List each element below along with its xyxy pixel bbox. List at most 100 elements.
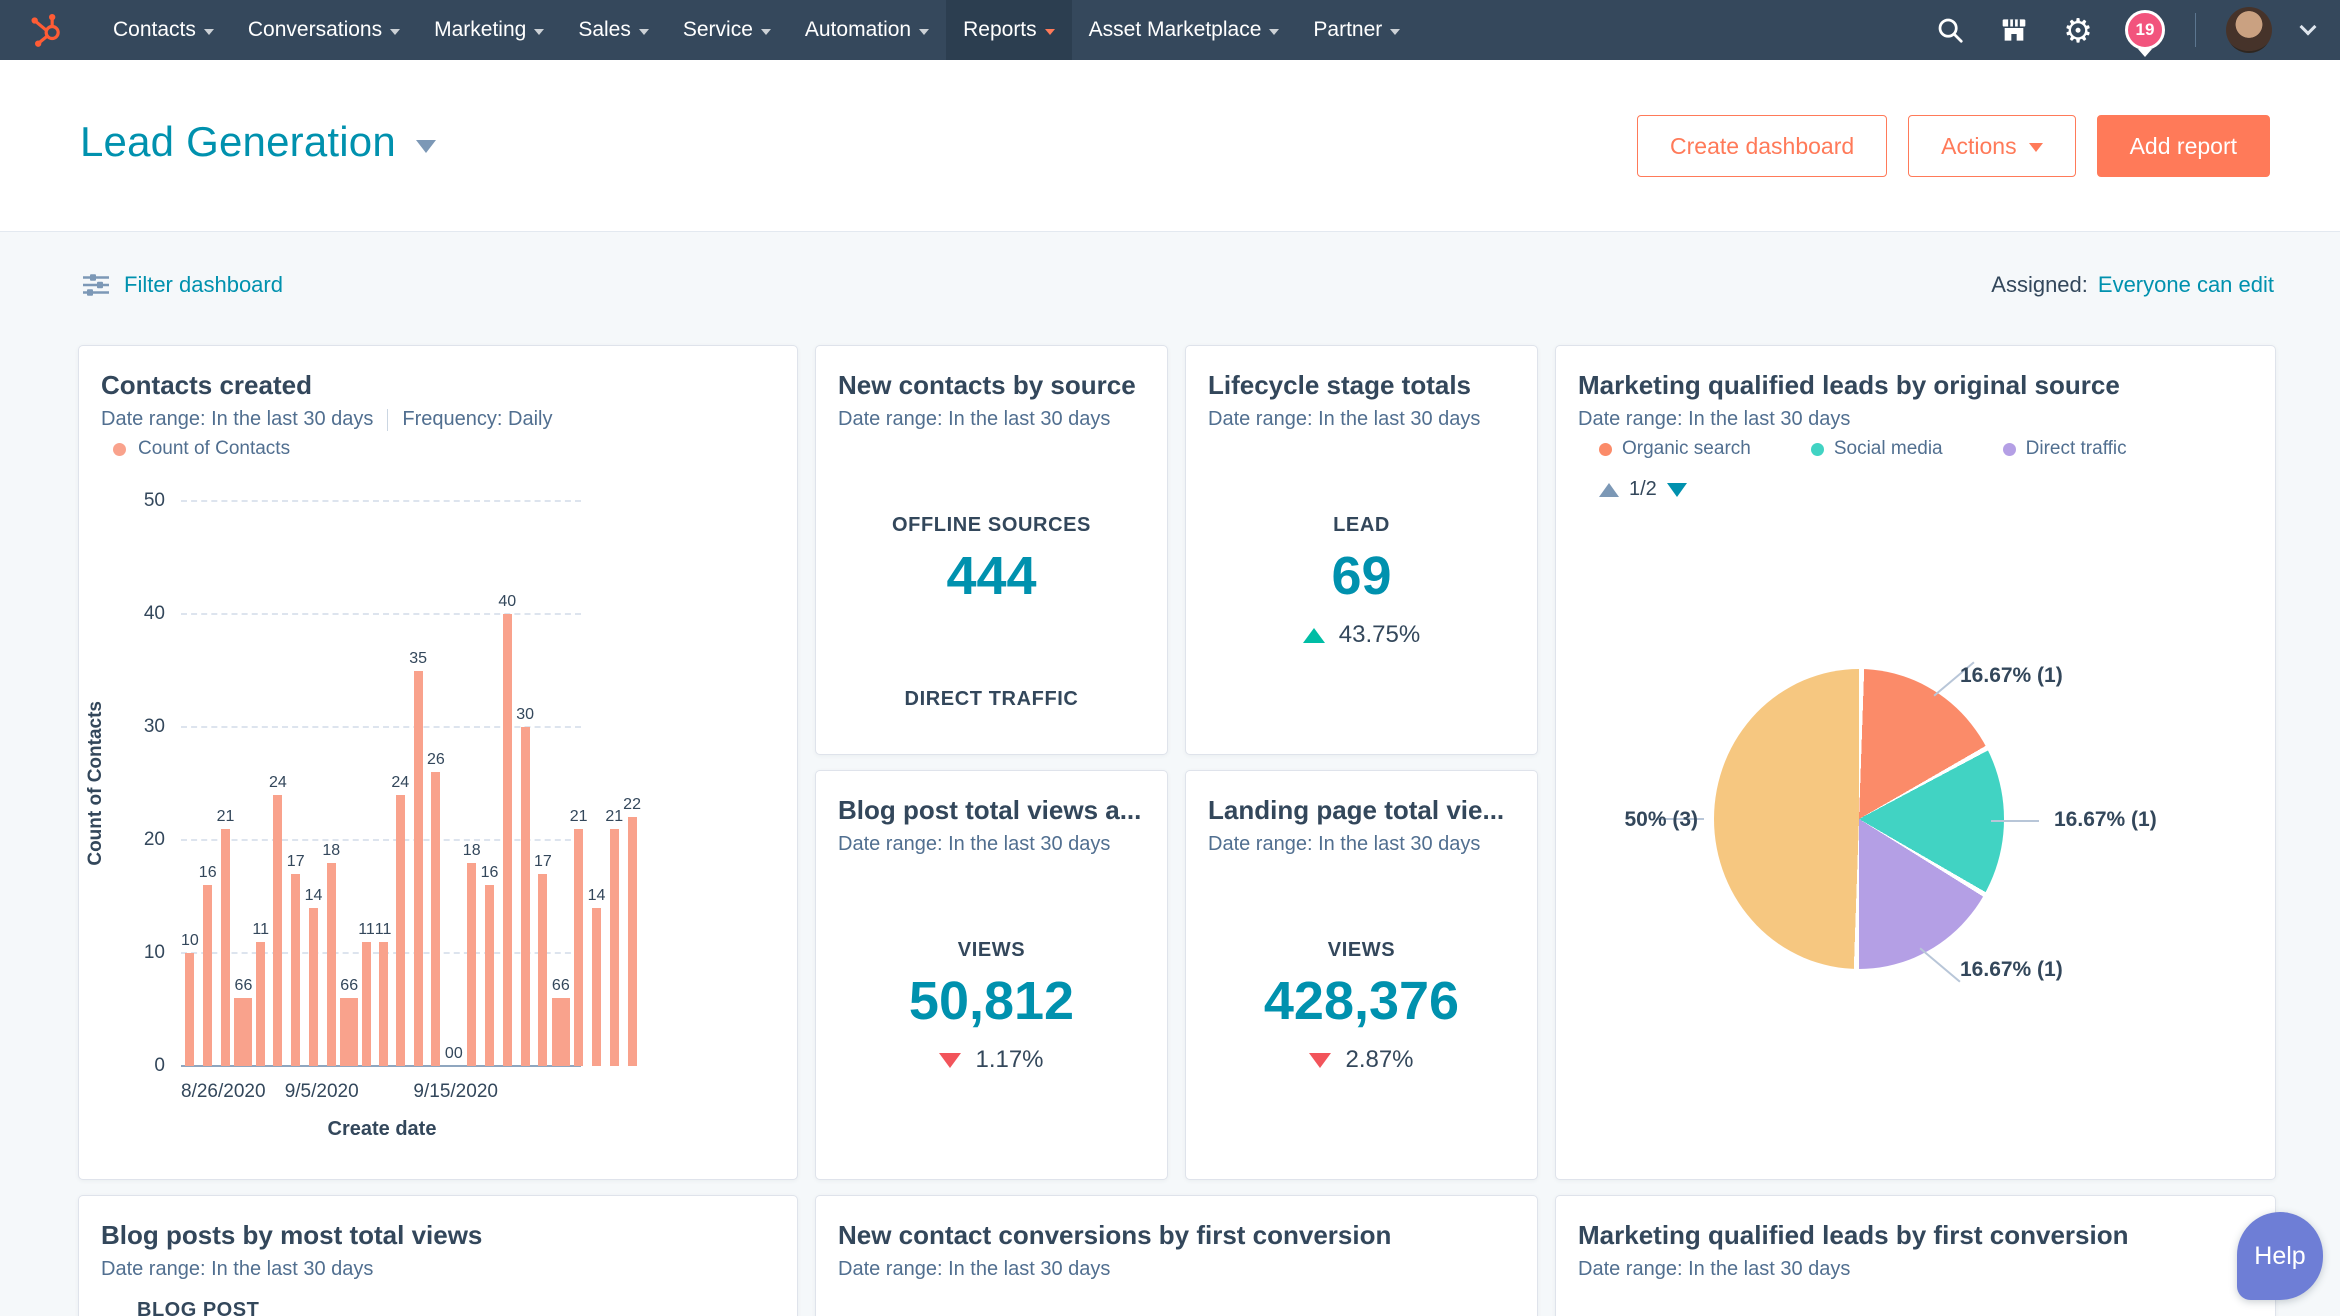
title-caret-down-icon (415, 139, 436, 153)
bar-slot: 11 (375, 501, 391, 1066)
card-title[interactable]: New contacts by source (838, 370, 1145, 401)
pie-slice-label: 16.67% (1) (1960, 958, 2063, 981)
chevron-down-icon (919, 28, 930, 35)
filter-dashboard-button[interactable]: Filter dashboard (82, 272, 283, 298)
nav-item-contacts[interactable]: Contacts (96, 0, 231, 60)
nav-item-service[interactable]: Service (666, 0, 788, 60)
card-title[interactable]: Landing page total vie... (1208, 795, 1515, 826)
nav-item-partner[interactable]: Partner (1296, 0, 1417, 60)
bar-value-label: 16 (480, 864, 499, 882)
bar-value-label: 17 (533, 852, 552, 870)
bar-value-label: 10 (181, 932, 199, 949)
bar-slot: 21 (216, 501, 235, 1066)
legend-item-direct-traffic[interactable]: Direct traffic (2002, 438, 2127, 460)
card-title[interactable]: Blog post total views a... (838, 795, 1145, 826)
marketplace-icon[interactable] (1997, 13, 2031, 47)
y-tick-label: 50 (143, 490, 165, 511)
bar-value-label: 26 (427, 751, 445, 769)
legend-page-down-icon[interactable] (1666, 482, 1687, 497)
card-lifecycle-stage-totals: Lifecycle stage totals Date range: In th… (1185, 345, 1538, 755)
bar (220, 828, 230, 1066)
bar-value-label: 21 (216, 807, 235, 825)
card-title[interactable]: Marketing qualified leads by original so… (1578, 370, 2253, 401)
avatar[interactable] (2226, 7, 2272, 53)
dashboard-title-dropdown[interactable]: Lead Generation (80, 118, 436, 166)
bar (243, 998, 253, 1066)
legend-page-up-icon[interactable] (1599, 482, 1619, 497)
bar-slot: 14 (588, 501, 605, 1066)
bar-slot: 17 (534, 501, 552, 1066)
card-title[interactable]: New contact conversions by first convers… (838, 1220, 1515, 1251)
card-title[interactable]: Blog posts by most total views (101, 1220, 775, 1251)
date-range: Date range: In the last 30 days (838, 408, 1111, 430)
bar-slot: 16 (199, 501, 217, 1066)
y-tick-label: 10 (143, 942, 165, 963)
bar-value-label: 17 (286, 852, 305, 870)
chevron-down-icon (1390, 28, 1401, 35)
nav-item-conversations[interactable]: Conversations (231, 0, 417, 60)
bar (340, 998, 350, 1066)
dashboard-header: Lead Generation Create dashboard Actions… (0, 60, 2340, 232)
top-navigation-bar: Contacts Conversations Marketing Sales Servi… (0, 0, 2340, 60)
bar (560, 998, 570, 1066)
bar (395, 794, 405, 1066)
create-dashboard-button[interactable]: Create dashboard (1637, 115, 1888, 177)
search-icon[interactable] (1933, 13, 1967, 47)
nav-item-asset-marketplace[interactable]: Asset Marketplace (1072, 0, 1297, 60)
card-blog-post-total-views: Blog post total views a... Date range: I… (815, 770, 1168, 1180)
legend-item-social-media[interactable]: Social media (1810, 438, 1943, 460)
notifications-icon[interactable]: 19 (2125, 10, 2165, 50)
date-range: Date range: In the last 30 days (101, 1258, 374, 1280)
help-button[interactable]: Help (2237, 1212, 2323, 1300)
stat-value: 50,812 (908, 971, 1075, 1031)
bar-slot: 6 (551, 501, 561, 1066)
stat-label: LEAD (1333, 514, 1390, 536)
add-report-button[interactable]: Add report (2096, 115, 2270, 177)
assigned-value-link[interactable]: Everyone can edit (2098, 272, 2274, 297)
bar (551, 998, 561, 1066)
legend-dot (1599, 442, 1612, 456)
nav-item-marketing[interactable]: Marketing (417, 0, 561, 60)
account-chevron-down-icon[interactable] (2299, 18, 2317, 36)
bar-value-label: 18 (322, 841, 341, 859)
bar-value-label: 24 (391, 773, 410, 791)
date-range: Date range: In the last 30 days (1578, 1258, 1851, 1280)
table-column-header: BLOG POST (137, 1299, 260, 1316)
y-tick-label: 20 (143, 829, 165, 850)
bar-slot: 6 (349, 501, 359, 1066)
settings-icon[interactable]: ⚙ (2061, 13, 2095, 47)
bar-slot: 18 (463, 501, 481, 1066)
bar-slot: 21 (605, 501, 623, 1066)
chevron-down-icon (390, 28, 401, 35)
nav-item-sales[interactable]: Sales (561, 0, 666, 60)
bar (361, 941, 371, 1066)
pie-chart-legend: Organic search Social media Direct traffic (1599, 438, 2127, 460)
card-title[interactable]: Lifecycle stage totals (1208, 370, 1515, 401)
nav-item-reports[interactable]: Reports (946, 0, 1072, 60)
actions-button[interactable]: Actions (1908, 115, 2076, 177)
bar-value-label: 22 (623, 796, 641, 814)
bar-slot: 35 (409, 501, 427, 1066)
hubspot-logo[interactable] (0, 0, 96, 60)
bar-slot: 0 (445, 501, 454, 1066)
card-title[interactable]: Marketing qualified leads by first conve… (1578, 1220, 2253, 1251)
legend-item-organic-search[interactable]: Organic search (1599, 438, 1751, 460)
sprocket-icon (31, 14, 60, 47)
nav-item-automation[interactable]: Automation (788, 0, 946, 60)
bar-value-label: 14 (304, 886, 323, 904)
bar (502, 614, 512, 1066)
pie-callout-line (1991, 820, 2039, 822)
bar-slot: 30 (516, 501, 534, 1066)
stat-value: 428,376 (1263, 971, 1460, 1031)
bar (291, 873, 301, 1066)
y-tick-label: 40 (143, 603, 165, 624)
delta-down-icon (1309, 1052, 1332, 1068)
stat-value: 69 (1331, 546, 1392, 606)
bar-slot: 6 (340, 501, 350, 1066)
bar (627, 817, 637, 1066)
bar-slot: 24 (391, 501, 409, 1066)
bar (256, 941, 266, 1066)
stat-label: OFFLINE SOURCES (891, 514, 1091, 536)
bar-slot: 14 (304, 501, 323, 1066)
card-landing-page-total-views: Landing page total vie... Date range: In… (1185, 770, 1538, 1180)
